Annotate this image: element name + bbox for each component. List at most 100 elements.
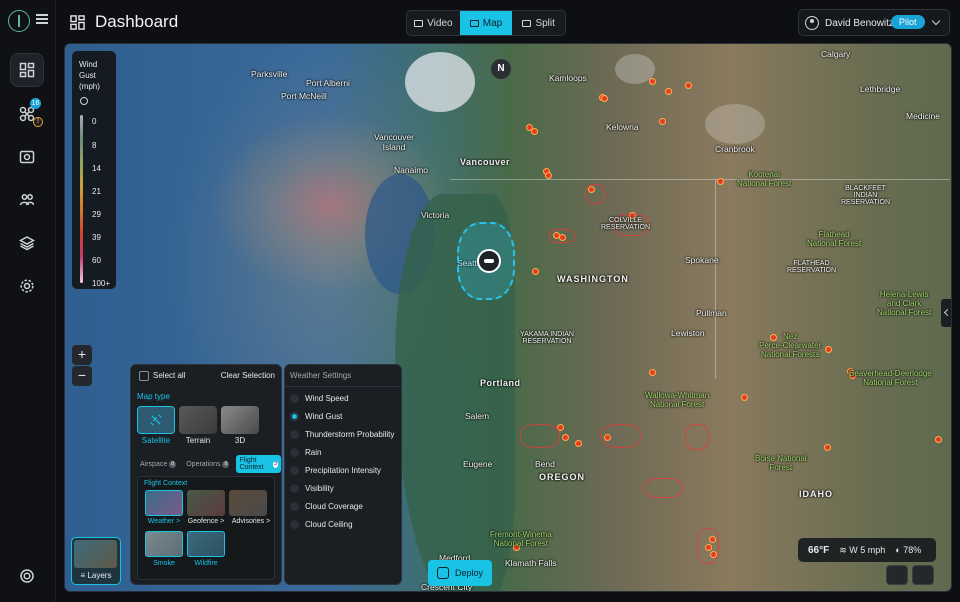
fire-marker[interactable] (717, 178, 724, 185)
clear-selection-button[interactable]: Clear Selection (221, 371, 275, 380)
wildfire-perimeter[interactable] (520, 424, 560, 448)
fire-marker[interactable] (601, 95, 608, 102)
weather-option-visibility[interactable]: Visibility (290, 482, 334, 494)
menu-icon[interactable] (36, 14, 48, 24)
select-all-checkbox[interactable] (139, 371, 149, 381)
view-split-button[interactable]: Split (512, 11, 565, 35)
collapse-panel-button[interactable] (941, 299, 951, 327)
map-label: WASHINGTON (557, 274, 629, 284)
app-logo-icon[interactable] (8, 10, 30, 32)
weather-option-thunderstorm[interactable]: Thunderstorm Probability (290, 428, 394, 440)
map-type-label-terrain: Terrain (185, 436, 211, 445)
sidebar-item-support[interactable] (10, 559, 44, 593)
fire-marker[interactable] (532, 268, 539, 275)
fire-marker[interactable] (665, 88, 672, 95)
fire-marker[interactable] (825, 346, 832, 353)
avatar-icon (805, 16, 819, 30)
view-video-button[interactable]: Video (407, 11, 460, 35)
sidebar-item-settings[interactable] (10, 269, 44, 303)
layer-wildfire-label[interactable]: Wildfire (184, 560, 228, 567)
fire-marker[interactable] (685, 82, 692, 89)
weather-option-wind-speed[interactable]: Wind Speed (290, 392, 349, 404)
deploy-button[interactable]: Deploy (428, 560, 492, 586)
layer-advisories-tile[interactable] (229, 490, 267, 516)
sidebar-item-dashboard[interactable] (10, 53, 44, 87)
compass-icon[interactable]: N (491, 59, 511, 79)
tab-airspace[interactable]: Airspace 0 (137, 459, 179, 470)
layer-wildfire-tile[interactable] (187, 531, 225, 557)
map-label: Vancouver Island (374, 132, 415, 152)
layer-weather-tile[interactable] (145, 490, 183, 516)
radio-button[interactable] (290, 429, 299, 439)
map-view[interactable]: Parksville Port Alberni Port McNeill Kam… (64, 43, 952, 592)
app-root: 16 ! Dashboard Video Map Split David Ben… (0, 0, 960, 602)
user-menu[interactable]: David Benowitz Pilot (798, 9, 950, 36)
legend-title: Wind Gust (mph) (79, 59, 100, 92)
weather-option-label: Cloud Ceiling (305, 519, 353, 529)
legend-title-line: Wind (79, 60, 98, 69)
fire-marker[interactable] (649, 78, 656, 85)
fire-marker[interactable] (824, 444, 831, 451)
wind-gust-legend: Wind Gust (mph) 0 8 14 21 29 39 60 100+ (72, 51, 116, 289)
weather-option-rain[interactable]: Rain (290, 446, 321, 458)
fire-marker[interactable] (741, 394, 748, 401)
weather-option-label: Cloud Coverage (305, 501, 363, 511)
drone-marker-icon[interactable] (477, 249, 501, 273)
map-label: Lethbridge (860, 84, 901, 94)
layer-geofence-tile[interactable] (187, 490, 225, 516)
tab-operations[interactable]: Operations 0 (183, 459, 232, 470)
sidebar-item-team[interactable] (10, 183, 44, 217)
fire-marker[interactable] (575, 440, 582, 447)
wildfire-perimeter[interactable] (697, 528, 719, 564)
weather-option-cloud-ceiling[interactable]: Cloud Ceiling (290, 518, 353, 530)
layer-geofence-label[interactable]: Geofence > (184, 518, 228, 525)
fire-marker[interactable] (649, 369, 656, 376)
wildfire-perimeter[interactable] (549, 229, 575, 243)
fire-marker[interactable] (545, 172, 552, 179)
weather-option-wind-gust[interactable]: Wind Gust (290, 410, 342, 422)
wildfire-perimeter[interactable] (643, 478, 683, 498)
wildfire-perimeter[interactable] (601, 424, 641, 448)
layer-weather-label[interactable]: Weather > (142, 518, 186, 525)
fire-marker[interactable] (935, 436, 942, 443)
radio-button[interactable] (290, 519, 299, 529)
dashboard-icon (70, 15, 85, 30)
legend-tick: 21 (92, 187, 101, 196)
layer-smoke-label[interactable]: Smoke (142, 560, 186, 567)
radio-button[interactable] (290, 447, 299, 457)
zoom-out-button[interactable]: − (72, 366, 92, 386)
fullscreen-icon[interactable] (912, 565, 934, 585)
map-label: BLACKFEET INDIAN RESERVATION (841, 185, 891, 206)
map-label: Kelowna (606, 122, 639, 132)
layer-advisories-label[interactable]: Advisories > (227, 518, 275, 525)
map-type-terrain[interactable] (179, 406, 217, 434)
keyboard-icon[interactable] (886, 565, 908, 585)
fire-marker[interactable] (659, 118, 666, 125)
tab-flight-context[interactable]: Flight Context 3 (236, 455, 281, 473)
info-icon[interactable] (80, 97, 88, 105)
view-map-button[interactable]: Map (459, 11, 513, 35)
wildfire-perimeter[interactable] (585, 184, 605, 204)
weather-option-precipitation[interactable]: Precipitation Intensity (290, 464, 381, 476)
layers-thumbnail (74, 540, 117, 568)
layer-advisories-text: Advisories (231, 518, 265, 525)
radio-button[interactable] (290, 411, 299, 421)
radio-button[interactable] (290, 393, 299, 403)
select-all-label[interactable]: Select all (153, 371, 185, 380)
sidebar-item-layers[interactable] (10, 226, 44, 260)
fire-marker[interactable] (562, 434, 569, 441)
layer-smoke-tile[interactable] (145, 531, 183, 557)
weather-option-cloud-coverage[interactable]: Cloud Coverage (290, 500, 363, 512)
radio-button[interactable] (290, 501, 299, 511)
wildfire-perimeter[interactable] (685, 424, 709, 450)
fire-marker[interactable] (531, 128, 538, 135)
map-type-satellite[interactable] (137, 406, 175, 434)
radio-button[interactable] (290, 483, 299, 493)
chevron-right-icon: > (176, 518, 181, 525)
zoom-in-button[interactable]: + (72, 345, 92, 365)
layers-button[interactable]: ≡ Layers (71, 537, 121, 585)
sidebar-item-video[interactable] (10, 140, 44, 174)
sidebar-item-drones[interactable]: 16 ! (10, 97, 44, 131)
map-type-3d[interactable] (221, 406, 259, 434)
radio-button[interactable] (290, 465, 299, 475)
